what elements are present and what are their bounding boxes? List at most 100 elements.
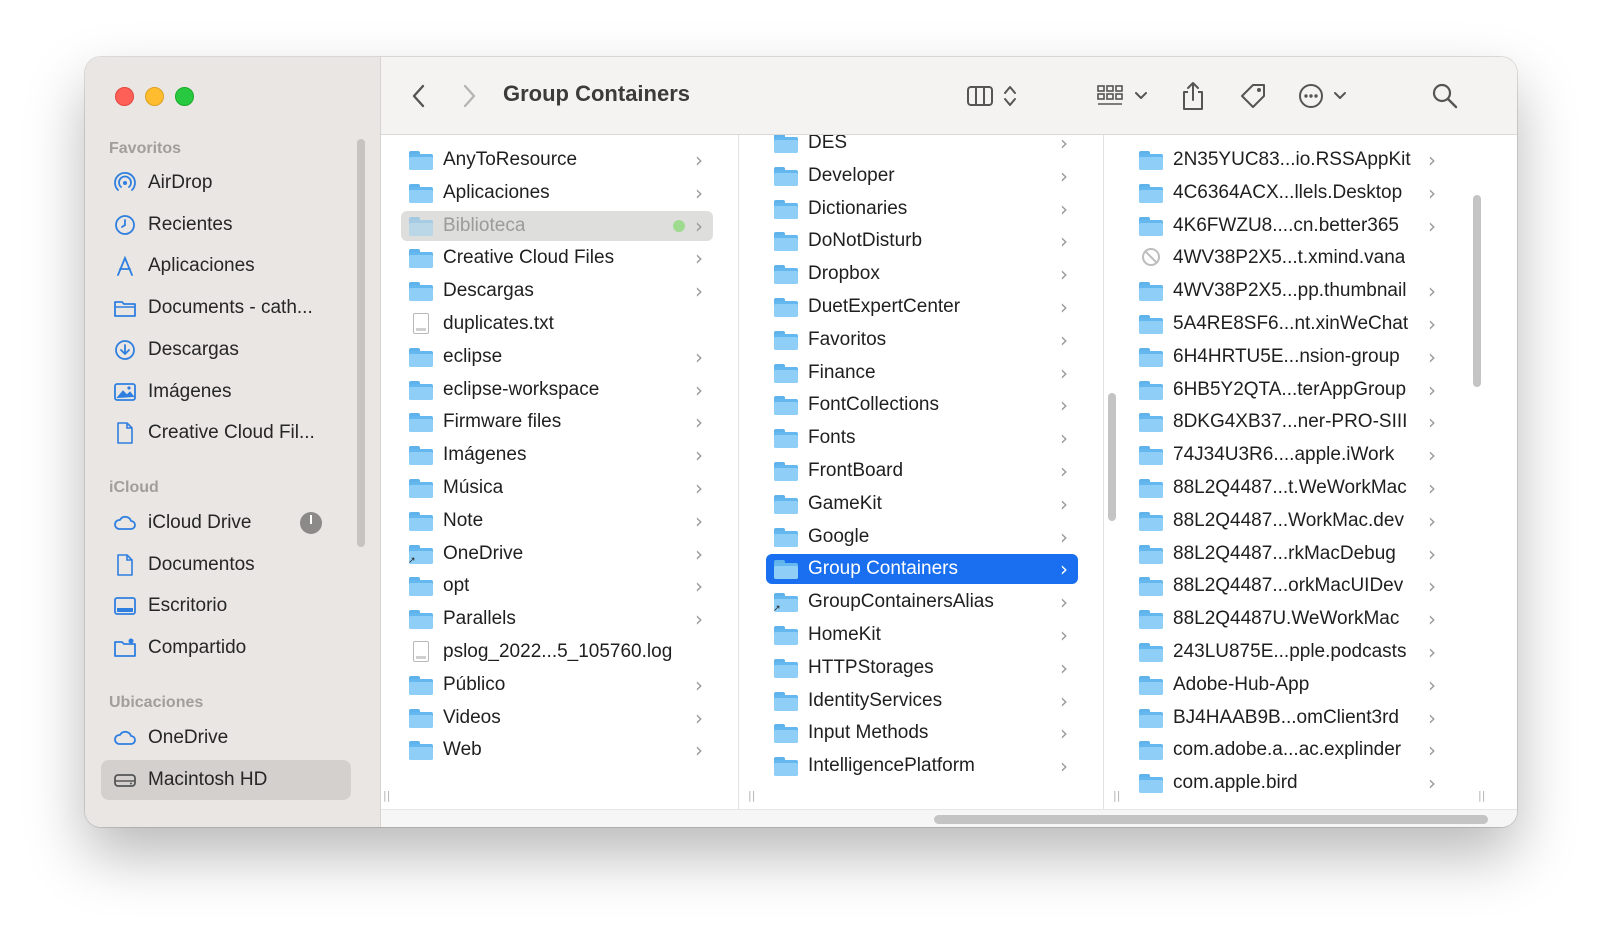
folder-item[interactable]: DuetExpertCenter › (766, 292, 1078, 322)
folder-icon (409, 380, 433, 400)
folder-item[interactable]: Adobe-Hub-App › (1131, 670, 1446, 700)
chevron-right-icon: › (1060, 163, 1068, 188)
folder-item[interactable]: Descargas › (401, 276, 713, 306)
sidebar-item-descargas[interactable]: Descargas (101, 330, 351, 370)
folder-item[interactable]: Firmware files › (401, 407, 713, 437)
folder-item[interactable]: eclipse-workspace › (401, 375, 713, 405)
column-resize-handle[interactable]: || (748, 789, 755, 802)
folder-item[interactable]: 5A4RE8SF6...nt.xinWeChat › (1131, 309, 1446, 339)
folder-item[interactable]: HomeKit › (766, 620, 1078, 650)
column-resize-handle[interactable]: || (383, 789, 390, 802)
folder-item[interactable]: IntelligencePlatform › (766, 751, 1078, 781)
folder-icon (409, 445, 433, 466)
folder-item[interactable]: 4C6364ACX...llels.Desktop › (1131, 178, 1446, 208)
column-3-scrollbar[interactable] (1473, 195, 1481, 387)
folder-item[interactable]: HTTPStorages › (766, 653, 1078, 683)
folder-item[interactable]: DoNotDisturb › (766, 226, 1078, 256)
column-resize-handle[interactable]: || (1478, 789, 1485, 802)
folder-item[interactable]: eclipse › (401, 342, 713, 372)
close-button[interactable] (115, 87, 134, 106)
back-button[interactable] (401, 78, 437, 114)
folder-item[interactable]: AnyToResource › (401, 145, 713, 175)
folder-item[interactable]: 243LU875E...pple.podcasts › (1131, 637, 1446, 667)
sidebar-item-documents-cath[interactable]: Documents - cath... (101, 288, 351, 328)
folder-item[interactable]: 2N35YUC83...io.RSSAppKit › (1131, 145, 1446, 175)
folder-item[interactable]: 4WV38P2X5...t.xmind.vana (1131, 243, 1446, 273)
folder-item[interactable]: Note › (401, 506, 713, 536)
folder-item[interactable]: 6H4HRTU5E...nsion-group › (1131, 342, 1446, 372)
sidebar-item-escritorio[interactable]: Escritorio (101, 586, 351, 626)
folder-item[interactable]: 88L2Q4487...orkMacUIDev › (1131, 571, 1446, 601)
folder-item[interactable]: DES › (766, 135, 1078, 158)
folder-item[interactable]: ↗ OneDrive › (401, 539, 713, 569)
column-2: DES › Developer › Dictionaries › DoNotDisturb ›… (766, 135, 1096, 809)
folder-item[interactable]: Input Methods › (766, 718, 1078, 748)
folder-item[interactable]: GameKit › (766, 489, 1078, 519)
zoom-button[interactable] (175, 87, 194, 106)
folder-item[interactable]: com.apple.bird › (1131, 768, 1446, 798)
folder-item[interactable]: ↗ GroupContainersAlias › (766, 587, 1078, 617)
folder-item[interactable]: Developer › (766, 161, 1078, 191)
folder-item[interactable]: Música › (401, 473, 713, 503)
search-button[interactable] (1427, 78, 1463, 114)
folder-item[interactable]: 88L2Q4487...WorkMac.dev › (1131, 506, 1446, 536)
sidebar-item-creative-cloud-fil[interactable]: Creative Cloud Fil... (101, 413, 351, 453)
folder-item[interactable]: Aplicaciones › (401, 178, 713, 208)
folder-item[interactable]: IdentityServices › (766, 686, 1078, 716)
folder-item[interactable]: Biblioteca › (401, 210, 713, 241)
folder-item[interactable]: BJ4HAAB9B...omClient3rd › (1131, 703, 1446, 733)
folder-item[interactable]: 74J34U3R6....apple.iWork › (1131, 440, 1446, 470)
folder-item[interactable]: FontCollections › (766, 390, 1078, 420)
column-resize-handle[interactable]: || (1113, 789, 1120, 802)
horizontal-scrollbar[interactable] (381, 809, 1517, 827)
group-button[interactable] (1095, 78, 1157, 114)
clock-icon (113, 213, 137, 237)
sidebar-item-airdrop[interactable]: AirDrop (101, 163, 351, 203)
sync-status-dot (673, 219, 685, 232)
file-item[interactable]: duplicates.txt (401, 309, 713, 339)
sidebar-item-compartido[interactable]: Compartido (101, 628, 351, 668)
folder-item[interactable]: Imágenes › (401, 440, 713, 470)
folder-item[interactable]: Dictionaries › (766, 194, 1078, 224)
horizontal-scroll-thumb[interactable] (934, 815, 1488, 824)
folder-item[interactable]: Público › (401, 670, 713, 700)
sidebar-scrollbar[interactable] (357, 139, 365, 547)
sidebar-item-onedrive[interactable]: OneDrive (101, 718, 351, 758)
folder-item[interactable]: Creative Cloud Files › (401, 243, 713, 273)
folder-item[interactable]: Fonts › (766, 423, 1078, 453)
folder-item[interactable]: opt › (401, 571, 713, 601)
folder-icon (774, 363, 798, 383)
folder-item[interactable]: Web › (401, 735, 713, 765)
folder-item[interactable]: Parallels › (401, 604, 713, 634)
sidebar-item-macintosh-hd[interactable]: Macintosh HD (101, 759, 351, 800)
folder-item[interactable]: Favoritos › (766, 325, 1078, 355)
sidebar-item-aplicaciones[interactable]: Aplicaciones (101, 246, 351, 286)
folder-item[interactable]: Google › (766, 522, 1078, 552)
folder-item[interactable]: 4WV38P2X5...pp.thumbnail › (1131, 276, 1446, 306)
folder-item[interactable]: 88L2Q4487U.WeWorkMac › (1131, 604, 1446, 634)
folder-icon (409, 150, 433, 170)
sidebar-item-im-genes[interactable]: Imágenes (101, 372, 351, 412)
tag-button[interactable] (1233, 78, 1273, 114)
forward-button[interactable] (451, 78, 487, 114)
file-item[interactable]: pslog_2022...5_105760.log (401, 637, 713, 667)
column-2-scrollbar[interactable] (1108, 393, 1116, 521)
folder-item[interactable]: FrontBoard › (766, 456, 1078, 486)
minimize-button[interactable] (145, 87, 164, 106)
view-mode-button[interactable] (965, 78, 1027, 114)
folder-item[interactable]: 6HB5Y2QTA...terAppGroup › (1131, 375, 1446, 405)
sidebar-item-documentos[interactable]: Documentos (101, 545, 351, 585)
folder-item[interactable]: Group Containers › (766, 554, 1078, 585)
folder-item[interactable]: 8DKG4XB37...ner-PRO-SIII › (1131, 407, 1446, 437)
folder-item[interactable]: com.adobe.a...ac.explinder › (1131, 735, 1446, 765)
folder-item[interactable]: 4K6FWZU8....cn.better365 › (1131, 211, 1446, 241)
folder-item[interactable]: 88L2Q4487...rkMacDebug › (1131, 539, 1446, 569)
folder-item[interactable]: 88L2Q4487...t.WeWorkMac › (1131, 473, 1446, 503)
folder-item[interactable]: Dropbox › (766, 259, 1078, 289)
sidebar-item-recientes[interactable]: Recientes (101, 205, 351, 245)
folder-item[interactable]: Videos › (401, 703, 713, 733)
folder-item[interactable]: Finance › (766, 358, 1078, 388)
folder-icon (774, 135, 798, 153)
share-button[interactable] (1173, 78, 1213, 114)
more-actions-button[interactable] (1297, 78, 1357, 114)
